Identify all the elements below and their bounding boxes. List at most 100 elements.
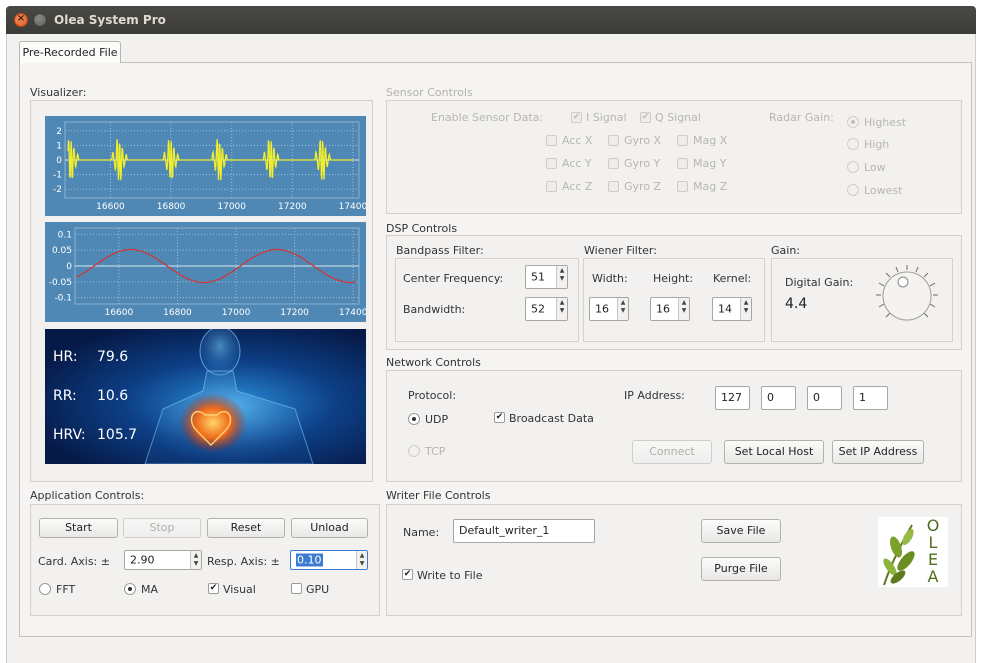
card-axis-value: 2.90 [130,553,155,567]
resp-axis-value: 0.10 [296,553,323,567]
minimize-window-button[interactable] [33,13,47,27]
save-file-button[interactable]: Save File [701,519,781,543]
mag-y-checkbox[interactable] [677,158,688,169]
enable-sensor-label: Enable Sensor Data: [431,111,544,124]
width-spinbox[interactable]: 16 ▲ ▼ [589,297,629,321]
y-tick-label: 1 [56,141,62,151]
gyro-x-label: Gyro X [624,134,662,147]
ip-octet-4-field[interactable]: 1 [853,386,888,410]
ma-radio[interactable] [124,583,136,595]
visual-checkbox[interactable]: ✔ [208,583,219,594]
hr-label: HR: [53,349,78,365]
gain-low-label: Low [864,161,886,174]
gyro-y-checkbox[interactable] [608,158,619,169]
rr-label: RR: [53,388,77,404]
x-tick-label: 17400 [339,308,366,318]
y-tick-label: -0.1 [54,294,72,304]
reset-button[interactable]: Reset [207,518,285,538]
spin-arrows-icon[interactable]: ▲ ▼ [190,551,201,569]
spin-arrows-icon[interactable]: ▲ ▼ [678,298,689,320]
gain-high-radio[interactable] [847,138,859,150]
q-signal-checkbox[interactable]: ✔ [640,112,651,123]
spin-arrows-icon[interactable]: ▲ ▼ [556,266,567,288]
card-axis-spinbox[interactable]: 2.90 ▲ ▼ [124,550,202,570]
spin-arrows-icon[interactable]: ▲ ▼ [556,298,567,320]
spin-arrows-icon[interactable]: ▲ ▼ [356,551,367,569]
gpu-checkbox[interactable] [291,583,302,594]
x-tick-label: 16800 [157,202,186,212]
kernel-value: 14 [718,302,732,316]
acc-x-label: Acc X [562,134,593,147]
tcp-label: TCP [425,445,446,458]
x-tick-label: 17400 [339,202,366,212]
q-signal-label: Q Signal [655,111,701,124]
gyro-x-checkbox[interactable] [608,135,619,146]
bandwidth-spinbox[interactable]: 52 ▲ ▼ [525,297,568,321]
fft-radio[interactable] [39,583,51,595]
gain-dial[interactable] [872,262,942,332]
ma-label: MA [141,583,159,596]
spin-arrows-icon[interactable]: ▲ ▼ [740,298,751,320]
ip-octet-1-field[interactable]: 127 [715,386,750,410]
x-tick-label: 16600 [105,308,134,318]
start-button[interactable]: Start [39,518,118,538]
center-frequency-spinbox[interactable]: 51 ▲ ▼ [525,265,568,289]
window-title: Olea System Pro [54,13,166,27]
tcp-radio[interactable] [408,445,420,457]
olea-logo: O L E A [878,517,948,587]
width-label: Width: [592,272,628,285]
gain-low-radio[interactable] [847,161,859,173]
y-tick-label: 0 [56,156,62,166]
unload-button[interactable]: Unload [291,518,368,538]
logo-text: O L E A [922,517,944,585]
application-controls-title: Application Controls: [30,489,145,502]
i-signal-checkbox[interactable]: ✔ [571,112,582,123]
y-tick-label: 2 [56,127,62,137]
hr-value: 79.6 [97,349,129,365]
set-local-host-button[interactable]: Set Local Host [724,440,824,464]
acc-z-label: Acc Z [562,180,593,193]
acc-y-checkbox[interactable] [546,158,557,169]
gain-lowest-radio[interactable] [847,184,859,196]
set-ip-address-button[interactable]: Set IP Address [832,440,924,464]
close-window-button[interactable]: × [14,13,28,27]
write-to-file-label: Write to File [417,569,483,582]
olive-branch-icon [883,524,915,586]
gain-highest-radio[interactable] [847,116,859,128]
resp-axis-spinbox[interactable]: 0.10 ▲ ▼ [290,550,368,570]
write-to-file-checkbox[interactable]: ✔ [402,569,413,580]
kernel-label: Kernel: [713,272,752,285]
acc-x-checkbox[interactable] [546,135,557,146]
tab-pre-recorded-file[interactable]: Pre-Recorded File [19,41,121,63]
y-tick-label: 0 [66,262,72,272]
radar-gain-label: Radar Gain: [769,111,834,124]
ip-octet-2-field[interactable]: 0 [761,386,796,410]
height-spinbox[interactable]: 16 ▲ ▼ [650,297,690,321]
acc-z-checkbox[interactable] [546,181,557,192]
body-illustration [144,329,314,464]
fft-label: FFT [56,583,76,596]
connect-button[interactable]: Connect [632,440,712,464]
center-frequency-value: 51 [531,270,545,284]
logo-letter-o: O [926,516,940,535]
gyro-z-checkbox[interactable] [608,181,619,192]
y-tick-label: -1 [53,171,62,181]
mag-y-label: Mag Y [693,157,727,170]
mag-x-checkbox[interactable] [677,135,688,146]
mag-z-label: Mag Z [693,180,728,193]
spin-arrows-icon[interactable]: ▲ ▼ [617,298,628,320]
x-tick-label: 17000 [222,308,251,318]
purge-file-button[interactable]: Purge File [701,557,781,581]
udp-radio[interactable] [408,413,420,425]
bandpass-title: Bandpass Filter: [396,244,484,257]
kernel-spinbox[interactable]: 14 ▲ ▼ [712,297,752,321]
mag-z-checkbox[interactable] [677,181,688,192]
respiration-chart-svg: 0.1 0.05 0 -0.05 -0.1 16600 16800 17000 17200 17… [49,227,368,318]
height-value: 16 [656,302,670,316]
sensor-controls-title: Sensor Controls [386,86,473,99]
gain-highest-label: Highest [864,116,907,129]
writer-name-field[interactable]: Default_writer_1 [453,519,595,543]
stop-button[interactable]: Stop [123,518,201,538]
ip-octet-3-field[interactable]: 0 [807,386,842,410]
broadcast-checkbox[interactable]: ✔ [494,412,505,423]
